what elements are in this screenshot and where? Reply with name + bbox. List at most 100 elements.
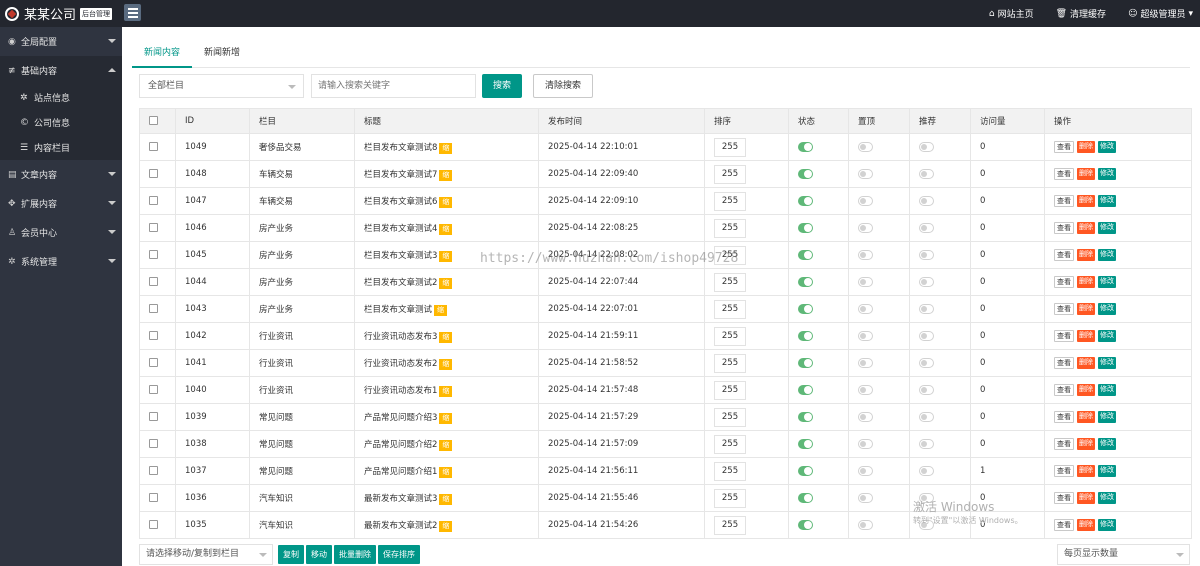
- row-title[interactable]: 栏目发布文章测试4: [364, 224, 437, 234]
- status-toggle[interactable]: [798, 330, 813, 341]
- row-checkbox[interactable]: [149, 439, 158, 448]
- recommend-toggle[interactable]: [919, 492, 934, 503]
- delete-button[interactable]: 删除: [1077, 168, 1095, 180]
- row-title[interactable]: 最新发布文章测试3: [364, 494, 437, 504]
- edit-button[interactable]: 修改: [1098, 519, 1116, 531]
- top-toggle[interactable]: [858, 303, 873, 314]
- sort-input[interactable]: 255: [714, 353, 746, 373]
- sidebar-item-5[interactable]: ✲ 系统管理: [0, 247, 122, 276]
- sort-input[interactable]: 255: [714, 380, 746, 400]
- recommend-toggle[interactable]: [919, 249, 934, 260]
- edit-button[interactable]: 修改: [1098, 411, 1116, 423]
- edit-button[interactable]: 修改: [1098, 465, 1116, 477]
- row-checkbox[interactable]: [149, 304, 158, 313]
- delete-button[interactable]: 删除: [1077, 438, 1095, 450]
- recommend-toggle[interactable]: [919, 168, 934, 179]
- view-button[interactable]: 查看: [1054, 276, 1074, 288]
- sort-input[interactable]: 255: [714, 245, 746, 265]
- edit-button[interactable]: 修改: [1098, 330, 1116, 342]
- edit-button[interactable]: 修改: [1098, 249, 1116, 261]
- sidebar-subitem-1-2[interactable]: ☰ 内容栏目: [0, 135, 122, 160]
- status-toggle[interactable]: [798, 168, 813, 179]
- view-button[interactable]: 查看: [1054, 411, 1074, 423]
- top-toggle[interactable]: [858, 384, 873, 395]
- row-title[interactable]: 栏目发布文章测试3: [364, 251, 437, 261]
- sidebar-item-3[interactable]: ✥ 扩展内容: [0, 189, 122, 218]
- tab-news-add[interactable]: 新闻新增: [192, 45, 252, 68]
- view-button[interactable]: 查看: [1054, 222, 1074, 234]
- per-page-select[interactable]: 每页显示数量: [1057, 544, 1190, 565]
- status-toggle[interactable]: [798, 141, 813, 152]
- sort-input[interactable]: 255: [714, 407, 746, 427]
- logo[interactable]: 某某公司 后台管理: [0, 0, 122, 27]
- top-toggle[interactable]: [858, 195, 873, 206]
- status-toggle[interactable]: [798, 438, 813, 449]
- edit-button[interactable]: 修改: [1098, 357, 1116, 369]
- top-toggle[interactable]: [858, 141, 873, 152]
- move-button[interactable]: 移动: [306, 545, 332, 564]
- recommend-toggle[interactable]: [919, 330, 934, 341]
- delete-button[interactable]: 删除: [1077, 384, 1095, 396]
- status-toggle[interactable]: [798, 276, 813, 287]
- top-toggle[interactable]: [858, 168, 873, 179]
- view-button[interactable]: 查看: [1054, 492, 1074, 504]
- top-toggle[interactable]: [858, 357, 873, 368]
- view-button[interactable]: 查看: [1054, 438, 1074, 450]
- row-checkbox[interactable]: [149, 331, 158, 340]
- row-title[interactable]: 栏目发布文章测试6: [364, 197, 437, 207]
- row-checkbox[interactable]: [149, 385, 158, 394]
- view-button[interactable]: 查看: [1054, 330, 1074, 342]
- move-target-select[interactable]: 请选择移动/复制到栏目: [139, 544, 273, 565]
- delete-button[interactable]: 删除: [1077, 330, 1095, 342]
- recommend-toggle[interactable]: [919, 195, 934, 206]
- top-toggle[interactable]: [858, 492, 873, 503]
- search-button[interactable]: 搜索: [482, 74, 523, 98]
- recommend-toggle[interactable]: [919, 141, 934, 152]
- recommend-toggle[interactable]: [919, 411, 934, 422]
- top-toggle[interactable]: [858, 276, 873, 287]
- recommend-toggle[interactable]: [919, 222, 934, 233]
- sort-input[interactable]: 255: [714, 326, 746, 346]
- status-toggle[interactable]: [798, 249, 813, 260]
- search-input[interactable]: [311, 74, 476, 98]
- edit-button[interactable]: 修改: [1098, 492, 1116, 504]
- edit-button[interactable]: 修改: [1098, 168, 1116, 180]
- top-toggle[interactable]: [858, 249, 873, 260]
- top-toggle[interactable]: [858, 438, 873, 449]
- select-all-checkbox[interactable]: [149, 116, 158, 125]
- save-sort-button[interactable]: 保存排序: [378, 545, 420, 564]
- recommend-toggle[interactable]: [919, 519, 934, 530]
- recommend-toggle[interactable]: [919, 303, 934, 314]
- status-toggle[interactable]: [798, 465, 813, 476]
- sort-input[interactable]: 255: [714, 434, 746, 454]
- delete-button[interactable]: 删除: [1077, 249, 1095, 261]
- edit-button[interactable]: 修改: [1098, 222, 1116, 234]
- delete-button[interactable]: 删除: [1077, 222, 1095, 234]
- sidebar-subitem-1-0[interactable]: ✲ 站点信息: [0, 85, 122, 110]
- edit-button[interactable]: 修改: [1098, 384, 1116, 396]
- sidebar-subitem-1-1[interactable]: © 公司信息: [0, 110, 122, 135]
- top-toggle[interactable]: [858, 465, 873, 476]
- row-checkbox[interactable]: [149, 142, 158, 151]
- row-title[interactable]: 最新发布文章测试2: [364, 521, 437, 531]
- sidebar-item-4[interactable]: ♙ 会员中心: [0, 218, 122, 247]
- status-toggle[interactable]: [798, 195, 813, 206]
- clear-search-button[interactable]: 清除搜索: [533, 74, 594, 98]
- row-title[interactable]: 栏目发布文章测试2: [364, 278, 437, 288]
- row-title[interactable]: 栏目发布文章测试: [364, 305, 432, 315]
- sort-input[interactable]: 255: [714, 488, 746, 508]
- tab-news-content[interactable]: 新闻内容: [132, 45, 193, 68]
- delete-button[interactable]: 删除: [1077, 492, 1095, 504]
- sort-input[interactable]: 255: [714, 164, 746, 184]
- top-toggle[interactable]: [858, 411, 873, 422]
- delete-button[interactable]: 删除: [1077, 519, 1095, 531]
- view-button[interactable]: 查看: [1054, 465, 1074, 477]
- sort-input[interactable]: 255: [714, 461, 746, 481]
- recommend-toggle[interactable]: [919, 357, 934, 368]
- top-link-1[interactable]: 🗑 清理缓存: [1056, 7, 1106, 21]
- batch-delete-button[interactable]: 批量删除: [334, 545, 376, 564]
- top-link-2[interactable]: ☺ 超级管理员 ▾: [1128, 7, 1193, 21]
- copy-button[interactable]: 复制: [278, 545, 304, 564]
- sort-input[interactable]: 255: [714, 515, 746, 535]
- status-toggle[interactable]: [798, 411, 813, 422]
